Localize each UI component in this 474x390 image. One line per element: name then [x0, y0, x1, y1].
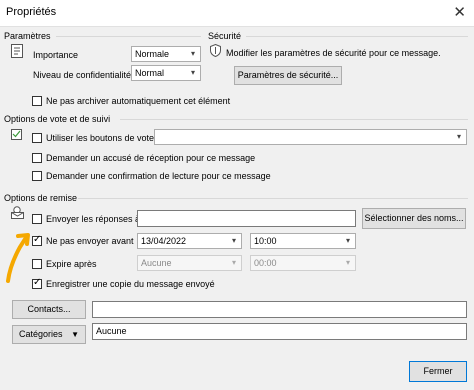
vote-options-select[interactable]: ▾ [154, 129, 467, 145]
ne-pas-envoyer-date-select[interactable]: 13/04/2022 ▾ [137, 233, 242, 249]
confidentialite-select[interactable]: Normal ▾ [131, 65, 201, 81]
chevron-down-icon: ▾ [345, 236, 350, 245]
close-button[interactable]: Fermer [409, 361, 467, 382]
divider [120, 119, 468, 120]
chevron-down-icon: ▾ [231, 236, 236, 245]
envoyer-reponses-label: Envoyer les réponses à [46, 214, 141, 224]
accuse-reception-checkbox[interactable] [32, 153, 42, 163]
use-vote-label: Utiliser les boutons de vote [46, 133, 155, 143]
envoyer-reponses-input[interactable] [137, 210, 356, 227]
caret-down-icon: ▼ [71, 330, 79, 339]
importance-value: Normale [135, 49, 170, 59]
ne-pas-envoyer-time-select[interactable]: 10:00 ▾ [250, 233, 356, 249]
accuse-reception-label: Demander un accusé de réception pour ce … [46, 153, 256, 163]
vote-icon [11, 129, 22, 140]
divider [246, 36, 468, 37]
envoyer-reponses-checkbox[interactable] [32, 214, 42, 224]
annotation-arrow [6, 233, 30, 283]
ne-pas-envoyer-date-value: 13/04/2022 [141, 236, 187, 246]
archive-checkbox[interactable] [32, 96, 42, 106]
group-label-securite: Sécurité [208, 31, 242, 41]
expire-date-value: Aucune [141, 258, 172, 268]
title-bar: Propriétés ✕ [0, 0, 474, 27]
security-settings-button[interactable]: Paramètres de sécurité... [234, 66, 342, 85]
ne-pas-envoyer-label: Ne pas envoyer avant [46, 236, 134, 246]
confirmation-lecture-checkbox[interactable] [32, 171, 42, 181]
shield-icon [210, 44, 221, 57]
envelope-icon [11, 206, 24, 219]
chevron-down-icon: ▾ [345, 258, 350, 267]
chevron-down-icon: ▾ [456, 132, 461, 141]
contacts-input[interactable] [92, 301, 467, 318]
enregistrer-copie-label: Enregistrer une copie du message envoyé [46, 279, 215, 289]
categories-button-label: Catégories [19, 329, 63, 339]
group-label-parametres: Paramètres [4, 31, 51, 41]
group-label-vote: Options de vote et de suivi [4, 114, 111, 124]
ne-pas-envoyer-time-value: 10:00 [254, 236, 277, 246]
expire-time-select[interactable]: 00:00 ▾ [250, 255, 356, 271]
window-title: Propriétés [6, 6, 57, 18]
categories-button[interactable]: Catégories ▼ [12, 325, 86, 344]
expire-time-value: 00:00 [254, 258, 277, 268]
importance-select[interactable]: Normale ▾ [131, 46, 201, 62]
chevron-down-icon: ▾ [190, 68, 195, 77]
categories-input[interactable]: Aucune [92, 323, 467, 340]
expire-label: Expire après [46, 259, 97, 269]
importance-label: Importance [33, 50, 79, 60]
divider [56, 36, 201, 37]
confidentialite-label: Niveau de confidentialité [33, 70, 132, 80]
security-info-text: Modifier les paramètres de sécurité pour… [226, 48, 441, 58]
select-names-button[interactable]: Sélectionner des noms... [362, 208, 466, 229]
contacts-button[interactable]: Contacts... [12, 300, 86, 319]
expire-date-select[interactable]: Aucune ▾ [137, 255, 242, 271]
confidentialite-value: Normal [135, 68, 165, 78]
chevron-down-icon: ▾ [231, 258, 236, 267]
chevron-down-icon: ▾ [190, 49, 195, 58]
use-vote-checkbox[interactable] [32, 133, 42, 143]
divider [78, 198, 468, 199]
close-icon[interactable]: ✕ [453, 3, 466, 21]
group-label-remise: Options de remise [4, 193, 78, 203]
archive-label: Ne pas archiver automatiquement cet élém… [46, 96, 231, 106]
importance-icon [11, 44, 23, 58]
confirmation-lecture-label: Demander une confirmation de lecture pou… [46, 171, 271, 181]
